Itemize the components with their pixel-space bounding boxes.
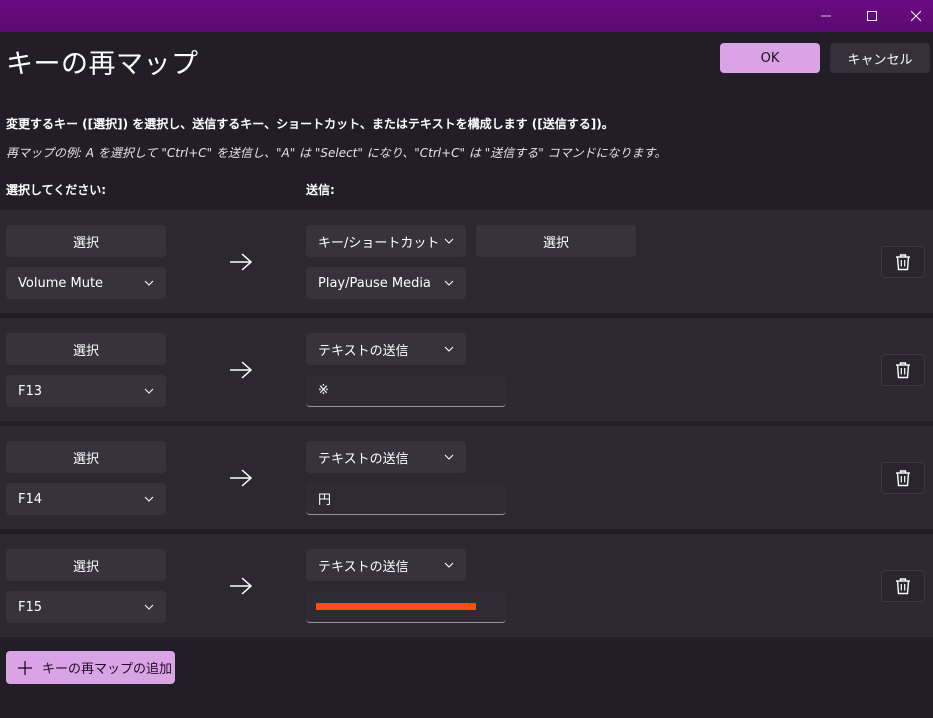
chevron-down-icon (144, 496, 154, 502)
arrow-right-icon (230, 253, 253, 271)
action-type-dropdown[interactable]: キー/ショートカットの送 (306, 225, 466, 257)
minimize-button[interactable] (803, 0, 849, 32)
delete-row-button[interactable] (881, 462, 925, 494)
minimize-icon (821, 15, 831, 17)
delete-row-button[interactable] (881, 354, 925, 386)
source-key-value: F14 (18, 491, 43, 507)
chevron-down-icon (444, 454, 454, 460)
action-type-dropdown[interactable]: テキストの送信 (306, 333, 466, 365)
source-key-dropdown[interactable]: Volume Mute (6, 267, 166, 299)
target-select-button[interactable]: 選択 (476, 225, 636, 257)
maximize-icon (867, 11, 877, 21)
remap-row: 選択 F15 テキストの送信 (0, 534, 933, 637)
arrow-right-icon (230, 577, 253, 595)
send-text-value: 円 (318, 493, 332, 508)
redaction-mark (316, 603, 476, 610)
cancel-button[interactable]: キャンセル (830, 43, 930, 73)
trash-icon (896, 362, 910, 379)
delete-row-button[interactable] (881, 246, 925, 278)
close-button[interactable] (893, 0, 933, 32)
remap-row: 選択 Volume Mute キー/ショートカットの送 選択 Play/Paus… (0, 210, 933, 313)
source-key-dropdown[interactable]: F13 (6, 375, 166, 407)
trash-icon (896, 470, 910, 487)
instructions-text: 変更するキー ([選択]) を選択し、送信するキー、ショートカット、またはテキス… (6, 117, 614, 131)
action-type-value: テキストの送信 (318, 451, 409, 467)
action-type-dropdown[interactable]: テキストの送信 (306, 441, 466, 473)
select-key-button[interactable]: 選択 (6, 549, 166, 581)
send-column-label: 送信: (306, 183, 335, 197)
send-text-input[interactable]: 円 (306, 483, 506, 515)
source-key-dropdown[interactable]: F14 (6, 483, 166, 515)
action-type-value: テキストの送信 (318, 343, 409, 359)
page-title: キーの再マップ (6, 49, 199, 80)
select-column-label: 選択してください: (6, 183, 107, 197)
action-type-value: キー/ショートカットの送 (318, 235, 438, 251)
remap-row: 選択 F14 テキストの送信 円 (0, 426, 933, 529)
trash-icon (896, 578, 910, 595)
chevron-down-icon (144, 280, 154, 286)
add-remap-button[interactable]: キーの再マップの追加 (6, 651, 175, 684)
target-key-dropdown[interactable]: Play/Pause Media (306, 267, 466, 299)
chevron-down-icon (444, 238, 454, 244)
remap-row: 選択 F13 テキストの送信 ※ (0, 318, 933, 421)
arrow-right-icon (230, 361, 253, 379)
maximize-button[interactable] (849, 0, 895, 32)
target-key-value: Play/Pause Media (318, 275, 431, 291)
select-key-button[interactable]: 選択 (6, 225, 166, 257)
add-remap-label: キーの再マップの追加 (42, 662, 173, 677)
example-text: 再マップの例: A を選択して "Ctrl+C" を送信し、"A" は "Sel… (6, 146, 667, 160)
chevron-down-icon (444, 562, 454, 568)
chevron-down-icon (144, 388, 154, 394)
send-text-input[interactable] (306, 591, 506, 623)
chevron-down-icon (144, 604, 154, 610)
select-key-button[interactable]: 選択 (6, 441, 166, 473)
ok-button[interactable]: OK (720, 43, 820, 73)
chevron-down-icon (444, 346, 454, 352)
source-key-value: F15 (18, 599, 43, 615)
chevron-down-icon (444, 280, 454, 286)
send-text-input[interactable]: ※ (306, 375, 506, 407)
source-key-dropdown[interactable]: F15 (6, 591, 166, 623)
action-type-dropdown[interactable]: テキストの送信 (306, 549, 466, 581)
arrow-right-icon (230, 469, 253, 487)
send-text-value: ※ (318, 383, 329, 398)
action-type-value: テキストの送信 (318, 559, 409, 575)
delete-row-button[interactable] (881, 570, 925, 602)
select-key-button[interactable]: 選択 (6, 333, 166, 365)
trash-icon (896, 254, 910, 271)
source-key-value: F13 (18, 383, 43, 399)
title-bar (0, 0, 933, 32)
source-key-value: Volume Mute (18, 275, 104, 291)
close-icon (911, 11, 921, 21)
plus-icon (18, 660, 32, 675)
